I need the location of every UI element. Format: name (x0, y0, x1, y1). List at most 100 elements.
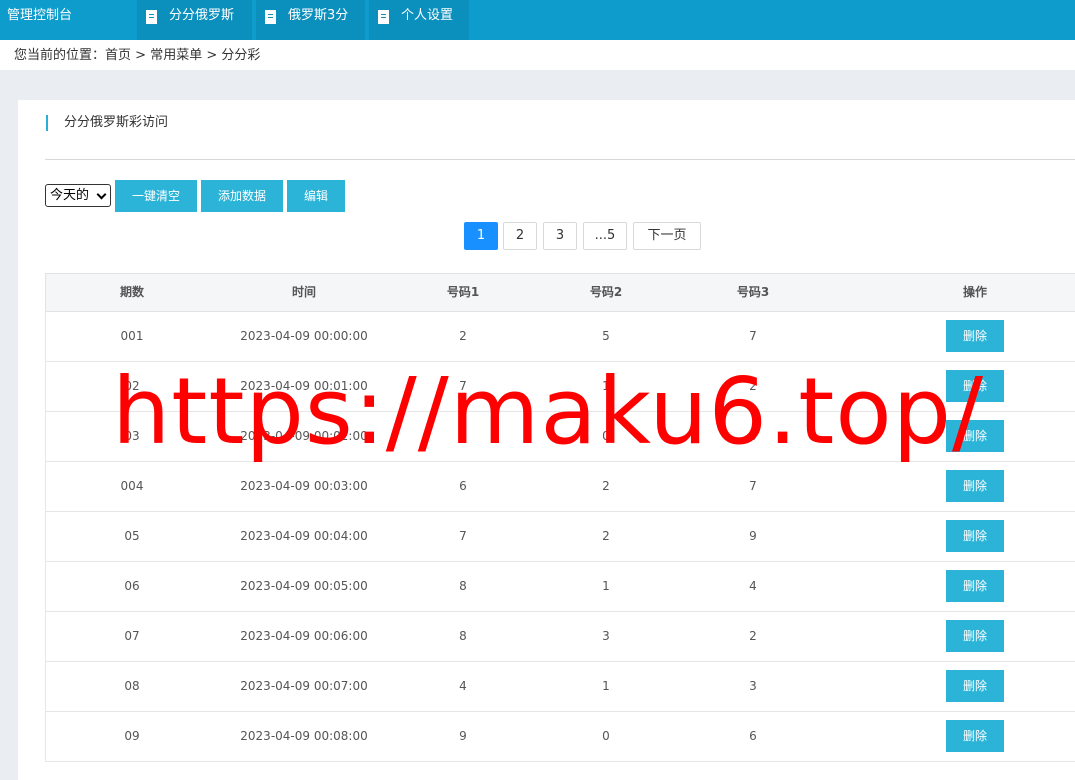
cell-number3: 2 (749, 629, 757, 643)
cell-time: 2023-04-09 00:06:00 (240, 629, 368, 643)
cell-number1: 0 (459, 429, 467, 443)
document-icon (378, 10, 389, 24)
cell-number2: 2 (602, 479, 610, 493)
table-body: 001 2023-04-09 00:00:00 2 5 7 删除 02 2023-04-09 … (45, 312, 1075, 762)
nav-tab-personal-settings[interactable]: 个人设置 (369, 0, 469, 40)
nav-tab-eluosi-3fen[interactable]: 俄罗斯3分 (256, 0, 365, 40)
column-header-number1: 号码1 (446, 285, 480, 299)
cell-period: 08 (124, 679, 140, 693)
cell-period: 06 (124, 579, 140, 593)
add-data-button[interactable]: 添加数据 (201, 180, 283, 212)
nav-tab-fenfen-eluosi[interactable]: 分分俄罗斯 (137, 0, 252, 40)
breadcrumb-separator: > (202, 48, 222, 63)
table-header: 期数 时间 号码1 号码2 号码3 操作 (45, 273, 1075, 312)
date-range-select[interactable]: 今天的 (45, 184, 111, 207)
column-header-period: 期数 (119, 285, 145, 299)
page-2-button[interactable]: 2 (503, 222, 537, 250)
breadcrumb-item-home[interactable]: 首页 (105, 48, 131, 63)
cell-period: 07 (124, 629, 140, 643)
cell-number2: 0 (602, 729, 610, 743)
cell-number2: 1 (602, 679, 610, 693)
cell-number2: 3 (602, 629, 610, 643)
cell-number2: 1 (602, 579, 610, 593)
cell-period: 02 (124, 379, 140, 393)
column-header-number3: 号码3 (736, 285, 770, 299)
cell-number3: 7 (749, 479, 757, 493)
cell-number2: 0 (602, 429, 610, 443)
column-header-number2: 号码2 (589, 285, 623, 299)
cell-time: 2023-04-09 00:04:00 (240, 529, 368, 543)
cell-period: 05 (124, 529, 140, 543)
table-row: 001 2023-04-09 00:00:00 2 5 7 删除 (45, 312, 1075, 362)
table-row: 08 2023-04-09 00:07:00 4 1 3 删除 (45, 662, 1075, 712)
cell-number3: 6 (749, 729, 757, 743)
cell-number3: 9 (749, 529, 757, 543)
table-row: 05 2023-04-09 00:04:00 7 2 9 删除 (45, 512, 1075, 562)
delete-button[interactable]: 删除 (946, 520, 1004, 552)
page-5-button[interactable]: ...5 (583, 222, 627, 250)
cell-number1: 4 (459, 679, 467, 693)
cell-number1: 2 (459, 329, 467, 343)
next-page-button[interactable]: 下一页 (633, 222, 701, 250)
cell-number1: 6 (459, 479, 467, 493)
document-icon (265, 10, 276, 24)
cell-number3: 4 (749, 579, 757, 593)
cell-number1: 8 (459, 629, 467, 643)
delete-button[interactable]: 删除 (946, 370, 1004, 402)
table-row: 03 2023-04-09 00:02:00 0 0 0 删除 (45, 412, 1075, 462)
cell-number3: 0 (749, 429, 757, 443)
delete-button[interactable]: 删除 (946, 470, 1004, 502)
cell-number2: 2 (602, 529, 610, 543)
table-row: 004 2023-04-09 00:03:00 6 2 7 删除 (45, 462, 1075, 512)
cell-number3: 2 (749, 379, 757, 393)
delete-button[interactable]: 删除 (946, 320, 1004, 352)
table-row: 09 2023-04-09 00:08:00 9 0 6 删除 (45, 712, 1075, 762)
delete-button[interactable]: 删除 (946, 570, 1004, 602)
chevron-down-icon (96, 189, 107, 200)
edit-button[interactable]: 编辑 (287, 180, 345, 212)
delete-button[interactable]: 删除 (946, 420, 1004, 452)
cell-number2: 1 (602, 379, 610, 393)
cell-period: 004 (120, 479, 144, 493)
cell-time: 2023-04-09 00:03:00 (240, 479, 368, 493)
delete-button[interactable]: 删除 (946, 720, 1004, 752)
data-table: 期数 时间 号码1 号码2 号码3 操作 001 2023-04-09 00:00… (45, 273, 1075, 762)
cell-time: 2023-04-09 00:02:00 (240, 429, 368, 443)
cell-time: 2023-04-09 00:08:00 (240, 729, 368, 743)
breadcrumb-item-common-menu[interactable]: 常用菜单 (150, 48, 202, 63)
breadcrumb: 您当前的位置：首页 > 常用菜单 > 分分彩 (14, 46, 260, 66)
top-bar: 管理控制台 分分俄罗斯 俄罗斯3分 个人设置 (0, 0, 1075, 40)
cell-number1: 7 (459, 379, 467, 393)
table-row: 06 2023-04-09 00:05:00 8 1 4 删除 (45, 562, 1075, 612)
cell-time: 2023-04-09 00:00:00 (240, 329, 368, 343)
delete-button[interactable]: 删除 (946, 670, 1004, 702)
date-range-select-value: 今天的 (50, 188, 90, 203)
panel-title: 分分俄罗斯彩访问 (46, 115, 168, 131)
page-1-button[interactable]: 1 (464, 222, 498, 250)
delete-button[interactable]: 删除 (946, 620, 1004, 652)
cell-number3: 7 (749, 329, 757, 343)
nav-tab-label: 分分俄罗斯 (169, 8, 235, 23)
cell-number1: 9 (459, 729, 467, 743)
cell-period: 001 (120, 329, 144, 343)
cell-period: 09 (124, 729, 140, 743)
brand-title: 管理控制台 (7, 8, 73, 23)
breadcrumb-item-current: 分分彩 (221, 48, 261, 63)
cell-number1: 7 (459, 529, 467, 543)
cell-number3: 3 (749, 679, 757, 693)
nav-tab-label: 个人设置 (401, 8, 454, 23)
breadcrumb-prefix: 您当前的位置： (14, 48, 106, 63)
cell-time: 2023-04-09 00:01:00 (240, 379, 368, 393)
column-header-action: 操作 (962, 285, 988, 299)
cell-number1: 8 (459, 579, 467, 593)
cell-time: 2023-04-09 00:05:00 (240, 579, 368, 593)
cell-time: 2023-04-09 00:07:00 (240, 679, 368, 693)
column-header-time: 时间 (291, 285, 317, 299)
clear-all-button[interactable]: 一键清空 (115, 180, 197, 212)
table-row: 02 2023-04-09 00:01:00 7 1 2 删除 (45, 362, 1075, 412)
document-icon (146, 10, 157, 24)
page-3-button[interactable]: 3 (543, 222, 577, 250)
table-row: 07 2023-04-09 00:06:00 8 3 2 删除 (45, 612, 1075, 662)
divider (45, 159, 1075, 160)
breadcrumb-separator: > (131, 48, 151, 63)
